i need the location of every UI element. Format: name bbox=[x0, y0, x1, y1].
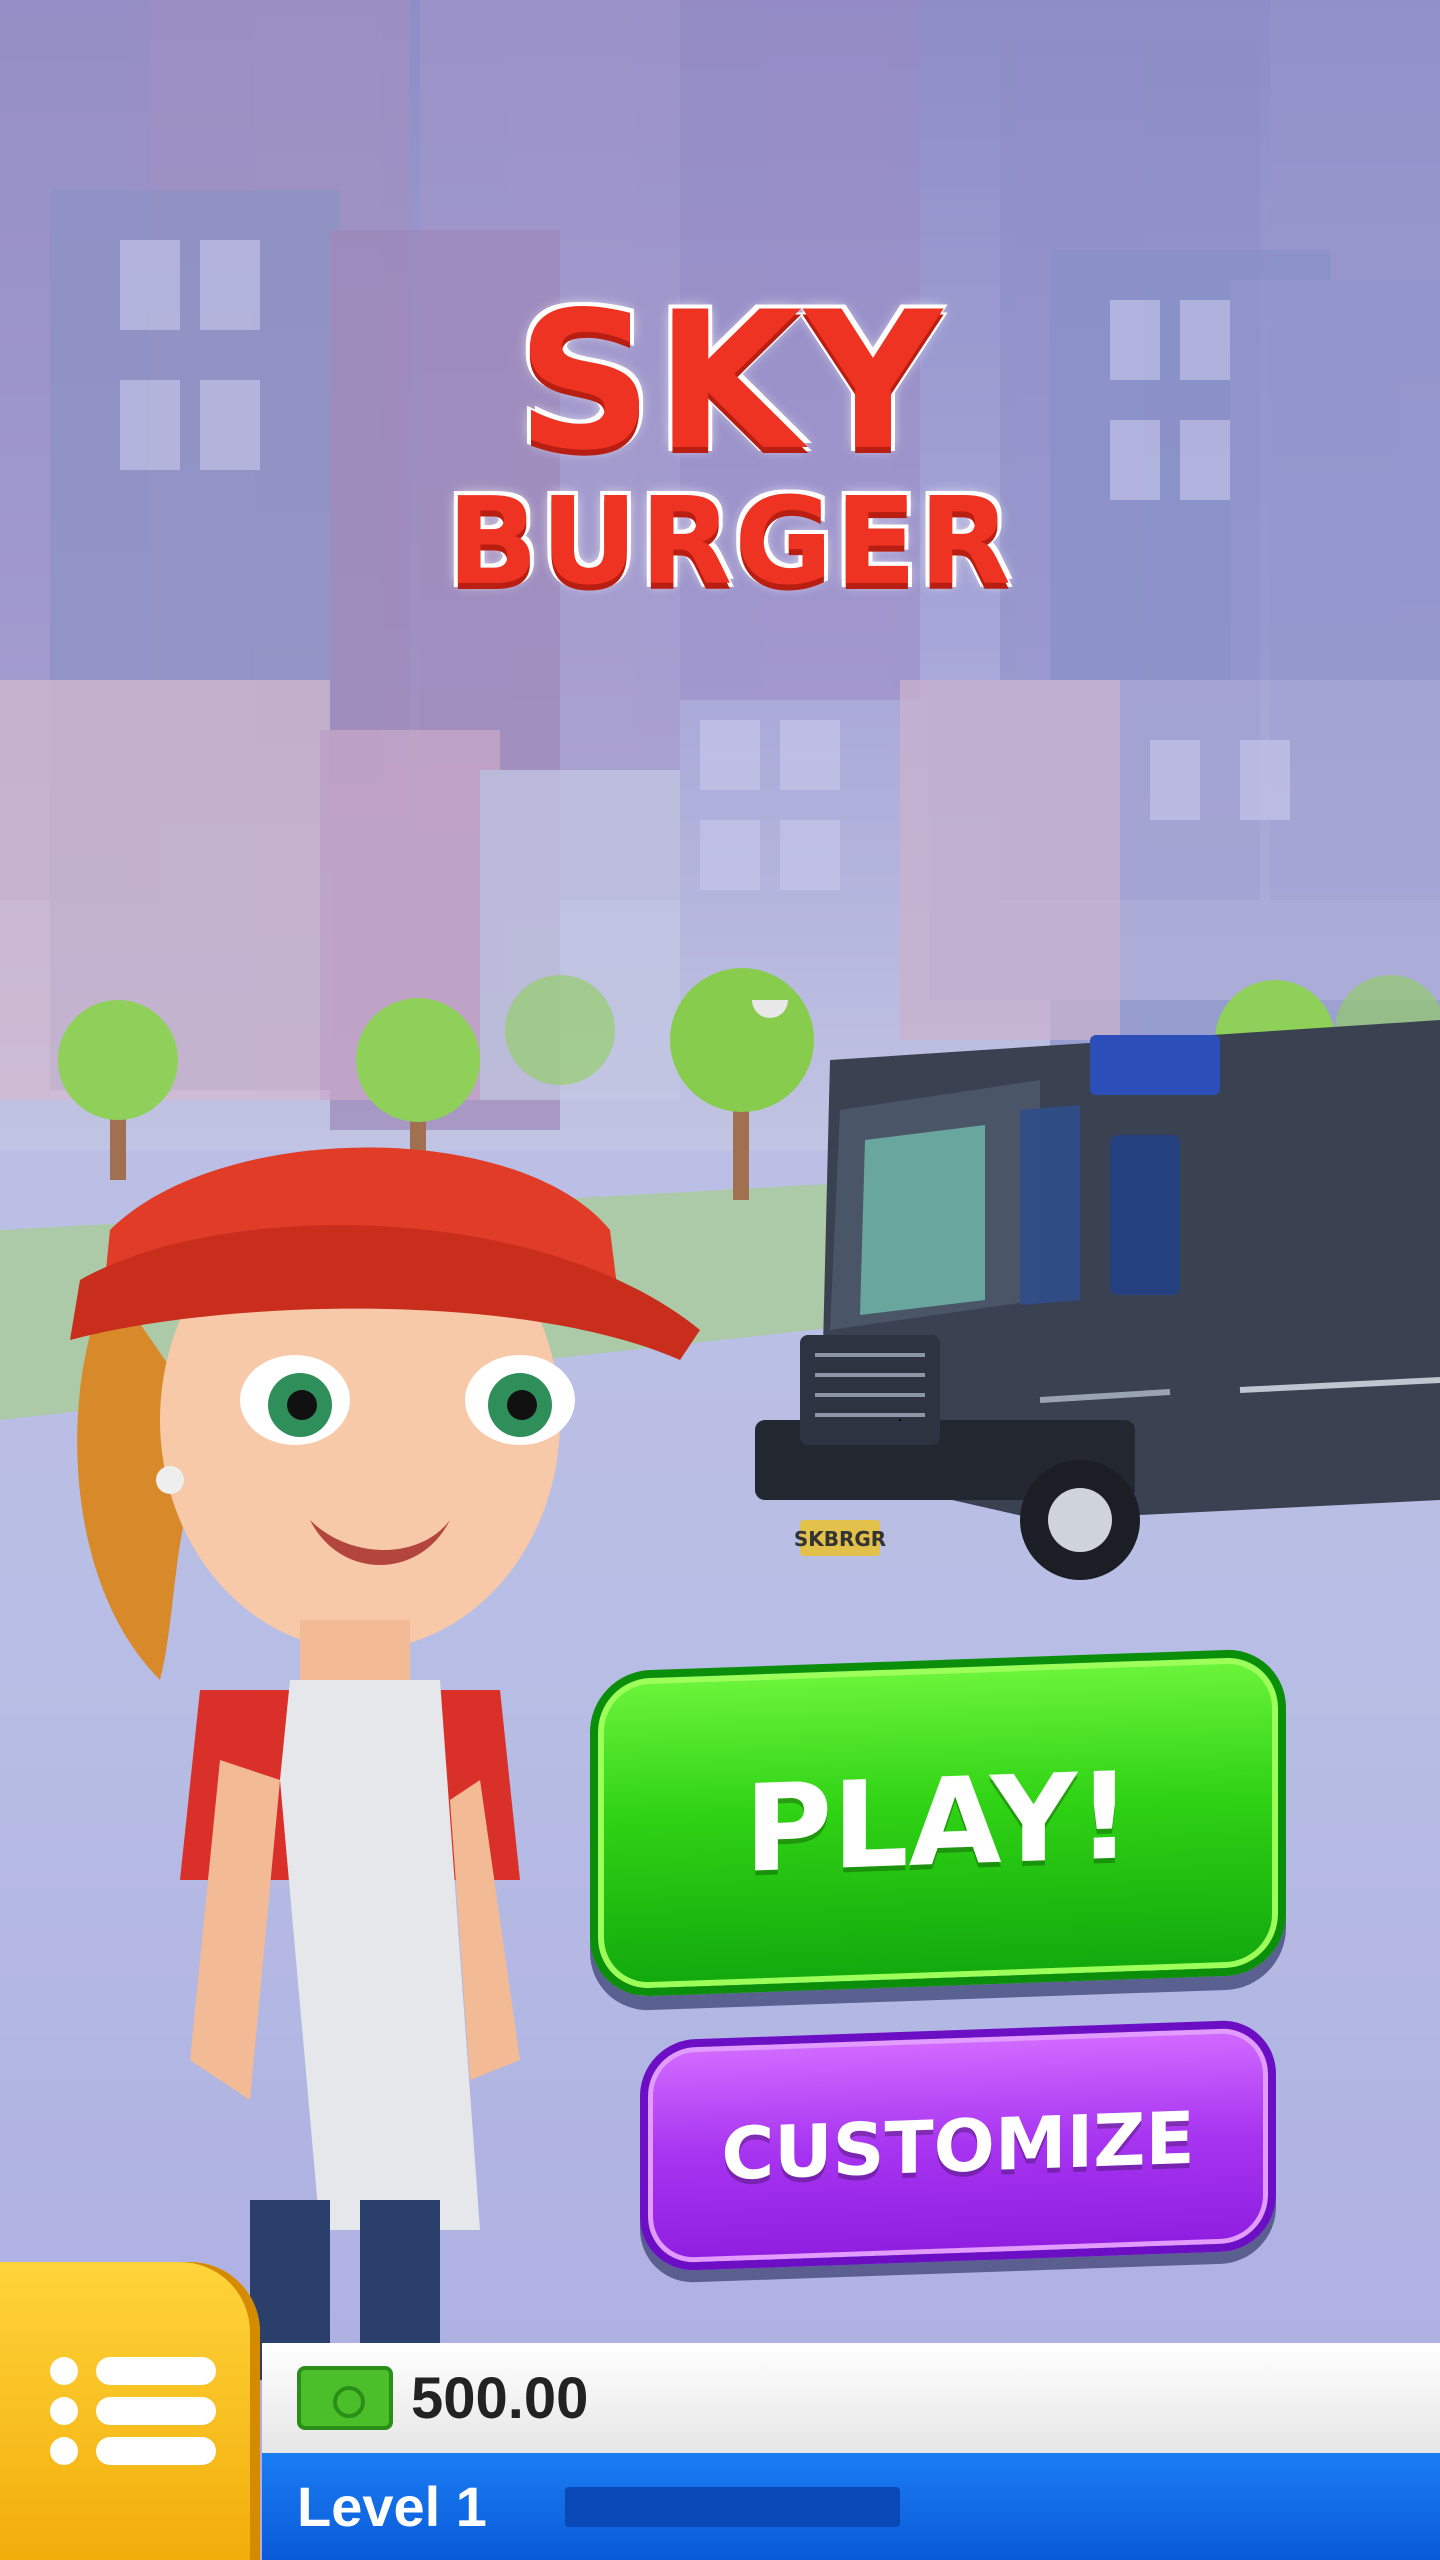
food-truck: SKBRGR bbox=[752, 1000, 1440, 1580]
play-button-label: PLAY! bbox=[744, 1746, 1132, 1900]
logo-burger: BURGER bbox=[446, 473, 1014, 612]
level-label: Level 1 bbox=[297, 2475, 487, 2538]
license-plate: SKBRGR bbox=[794, 1527, 886, 1551]
money-bar: 500.00 bbox=[262, 2343, 1440, 2453]
menu-button[interactable] bbox=[0, 2262, 260, 2560]
customize-button[interactable]: CUSTOMIZE bbox=[640, 2018, 1276, 2273]
cash-icon bbox=[297, 2366, 393, 2430]
money-amount: 500.00 bbox=[411, 2365, 589, 2431]
menu-list-icon bbox=[50, 2345, 260, 2477]
customize-button-label: CUSTOMIZE bbox=[721, 2095, 1195, 2196]
game-logo: SKY BURGER bbox=[400, 250, 1060, 640]
logo-sky: SKY bbox=[516, 271, 944, 492]
play-button[interactable]: PLAY! bbox=[590, 1647, 1286, 1999]
level-progress-bar bbox=[564, 2486, 900, 2527]
level-bar: Level 1 bbox=[262, 2453, 1440, 2560]
